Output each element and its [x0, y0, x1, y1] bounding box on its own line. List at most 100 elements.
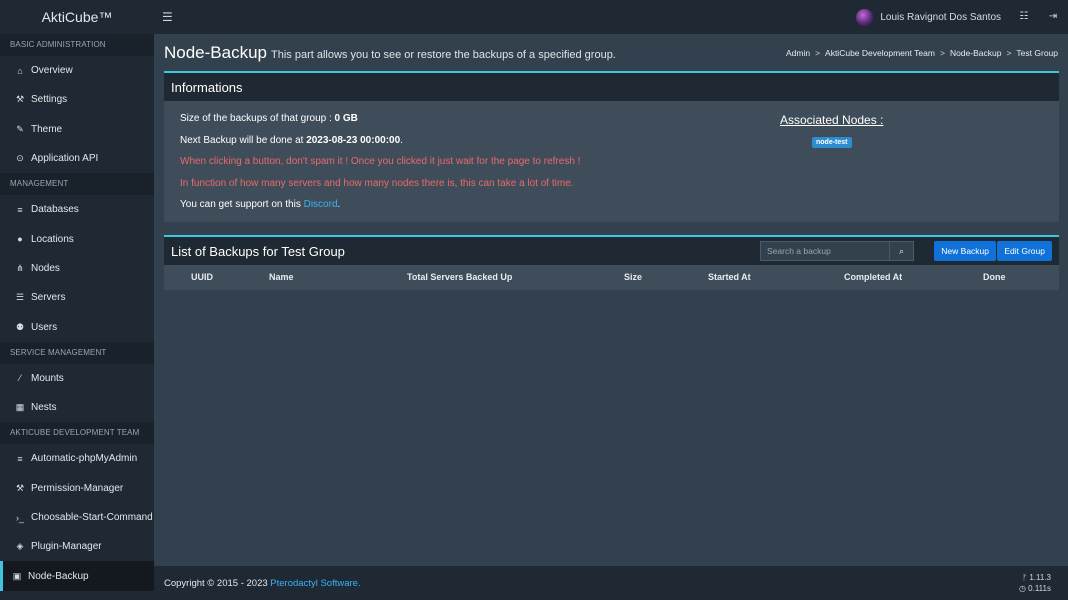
globe-icon: ● [17, 234, 23, 245]
sidebar-item-label: Nodes [31, 262, 60, 274]
page-title: Node-Backup [164, 43, 268, 62]
column-total-servers: Total Servers Backed Up [407, 272, 513, 282]
next-backup-line: Next Backup will be done at 2023-08-23 0… [180, 133, 1059, 155]
brand-logo[interactable]: AktiCube™ [0, 0, 154, 34]
backups-box: List of Backups for Test Group ⌕ New Bac… [164, 235, 1059, 290]
warning-spam: When clicking a button, don't spam it ! … [180, 156, 581, 167]
pterodactyl-link[interactable]: Pterodactyl Software. [270, 578, 360, 589]
support-label: You can get support on this [180, 199, 304, 210]
user-name[interactable]: Louis Ravignot Dos Santos [880, 12, 1001, 23]
informations-box: Informations Size of the backups of that… [164, 71, 1059, 222]
sidebar-item-label: Choosable-Start-Command [31, 512, 153, 523]
sidebar-item-mounts[interactable]: ⁄ Mounts [0, 364, 154, 393]
support-suffix: . [337, 199, 341, 210]
database-icon: ≡ [17, 453, 23, 464]
breadcrumb-separator: > [939, 48, 945, 58]
avatar[interactable] [856, 8, 874, 26]
sitemap-icon: ⋔ [16, 262, 24, 273]
save-icon: ▣ [12, 570, 22, 581]
search-button[interactable]: ⌕ [890, 241, 914, 261]
branch-icon: ᚠ [1022, 573, 1028, 582]
associated-nodes-title: Associated Nodes : [780, 113, 884, 127]
warning-time: In function of how many servers and how … [180, 177, 574, 189]
sidebar-item-plugin-manager[interactable]: ◈ Plugin-Manager [0, 532, 154, 561]
home-icon: ⌂ [17, 65, 23, 76]
sidebar-item-label: Nests [31, 402, 57, 414]
sidebar-item-label: Plugin-Manager [31, 541, 102, 553]
support-line: You can get support on this Discord. [180, 197, 1059, 219]
breadcrumb-item-team[interactable]: AktiCube Development Team [825, 48, 935, 58]
new-backup-button[interactable]: New Backup [934, 241, 996, 261]
informations-body: Size of the backups of that group : 0 GB… [164, 101, 1059, 222]
informations-title: Informations [164, 73, 1059, 101]
sidebar-item-label: Automatic-phpMyAdmin [31, 453, 138, 465]
breadcrumb-item-admin[interactable]: Admin [786, 48, 810, 58]
logout-icon[interactable]: ⇥ [1047, 11, 1059, 23]
render-time: 0.111s [1028, 584, 1051, 593]
search-input[interactable] [760, 241, 890, 261]
sidebar-item-permission-manager[interactable]: ⚒ Permission-Manager [0, 474, 154, 503]
sidebar-item-nodes[interactable]: ⋔ Nodes [0, 254, 154, 283]
breadcrumb-item-node-backup[interactable]: Node-Backup [950, 48, 1002, 58]
magic-icon: ⁄ [19, 373, 21, 384]
search-group: ⌕ [760, 241, 914, 261]
column-name: Name [269, 272, 294, 282]
discord-link[interactable]: Discord [304, 199, 338, 210]
version-number: 1.11.3 [1029, 573, 1051, 582]
sidebar-item-label: Overview [31, 65, 73, 77]
sidebar-header-akticube: AKTICUBE DEVELOPMENT TEAM [0, 422, 154, 445]
version-line: ᚠ 1.11.3 [1019, 572, 1051, 583]
list-icon[interactable]: ☷ [1018, 11, 1030, 23]
sidebar-item-nests[interactable]: ▦ Nests [0, 393, 154, 422]
sidebar-header-management: MANAGEMENT [0, 173, 154, 196]
sidebar-item-label: Databases [31, 204, 79, 216]
user-menu[interactable]: Louis Ravignot Dos Santos [856, 8, 1001, 26]
backup-size-line: Size of the backups of that group : 0 GB [180, 111, 1059, 133]
breadcrumb-separator: > [815, 48, 821, 58]
version-info: ᚠ 1.11.3 ◷ 0.111s [1019, 572, 1051, 594]
column-uuid: UUID [191, 272, 213, 282]
wrench-icon: ⚒ [15, 482, 25, 493]
sidebar-item-users[interactable]: ⚉ Users [0, 312, 154, 341]
node-badge: node-test [812, 137, 852, 148]
copyright: Copyright © 2015 - 2023 Pterodactyl Soft… [164, 578, 361, 589]
backups-title: List of Backups for Test Group [171, 243, 345, 259]
main-content: Node-Backup This part allows you to see … [154, 34, 1068, 566]
th-large-icon: ▦ [15, 402, 25, 413]
next-backup-suffix: . [400, 134, 403, 146]
column-done: Done [983, 272, 1006, 282]
sidebar-item-label: Locations [31, 233, 74, 245]
sidebar-item-settings[interactable]: ⚒ Settings [0, 85, 154, 114]
search-icon: ⌕ [898, 245, 905, 256]
sidebar-item-label: Theme [31, 123, 63, 135]
backup-size-value: 0 GB [334, 113, 358, 124]
top-navbar: AktiCube™ ☰ Louis Ravignot Dos Santos ☷ … [0, 0, 1068, 34]
sidebar-item-label: Node-Backup [28, 570, 89, 582]
wrench-icon: ⚒ [15, 94, 25, 105]
sidebar-item-choosable-start-command[interactable]: ›_ Choosable-Start-Command [0, 503, 154, 532]
hamburger-icon[interactable]: ☰ [162, 10, 174, 24]
edit-group-button[interactable]: Edit Group [997, 241, 1052, 261]
next-backup-value: 2023-08-23 00:00:00 [306, 134, 401, 146]
sidebar-item-theme[interactable]: ✎ Theme [0, 115, 154, 144]
sidebar-item-label: Servers [31, 292, 66, 304]
edit-icon: ✎ [16, 123, 24, 134]
users-icon: ⚉ [15, 321, 25, 332]
sidebar-item-databases[interactable]: ≡ Databases [0, 195, 154, 224]
page-subtitle: This part allows you to see or restore t… [271, 49, 616, 61]
sidebar-item-locations[interactable]: ● Locations [0, 224, 154, 253]
page-header: Node-Backup This part allows you to see … [164, 43, 616, 63]
server-icon: ☰ [15, 292, 25, 303]
column-completed-at: Completed At [844, 272, 903, 282]
sidebar-header-service: SERVICE MANAGEMENT [0, 341, 154, 364]
terminal-icon: ›_ [15, 512, 24, 523]
backups-table-header: UUID Name Total Servers Backed Up Size S… [164, 265, 1059, 290]
sidebar-item-automatic-phpmyadmin[interactable]: ≡ Automatic-phpMyAdmin [0, 444, 154, 473]
sidebar-item-servers[interactable]: ☰ Servers [0, 283, 154, 312]
sidebar-item-overview[interactable]: ⌂ Overview [0, 56, 154, 85]
database-icon: ≡ [17, 204, 23, 215]
sidebar-item-application-api[interactable]: ⊙ Application API [0, 144, 154, 173]
sidebar-item-label: Mounts [31, 372, 64, 384]
sidebar-item-node-backup[interactable]: ▣ Node-Backup [0, 561, 154, 591]
sidebar-item-label: Permission-Manager [31, 482, 124, 494]
